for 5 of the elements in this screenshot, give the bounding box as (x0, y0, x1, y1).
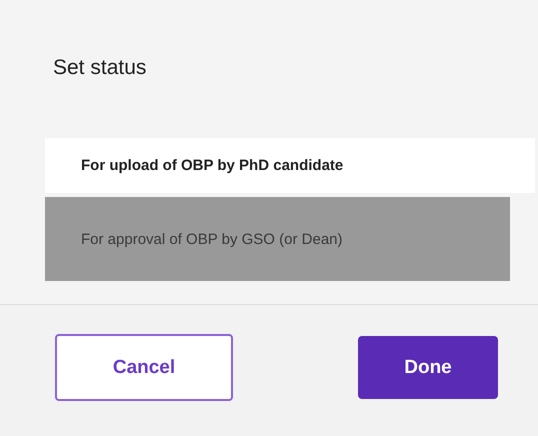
done-button[interactable]: Done (358, 336, 498, 399)
cancel-button[interactable]: Cancel (55, 334, 233, 401)
status-option[interactable]: For upload of OBP by PhD candidate (45, 138, 535, 193)
dialog-title: Set status (52, 56, 148, 81)
status-option[interactable]: For approval of OBP by GSO (or Dean) (45, 197, 510, 281)
